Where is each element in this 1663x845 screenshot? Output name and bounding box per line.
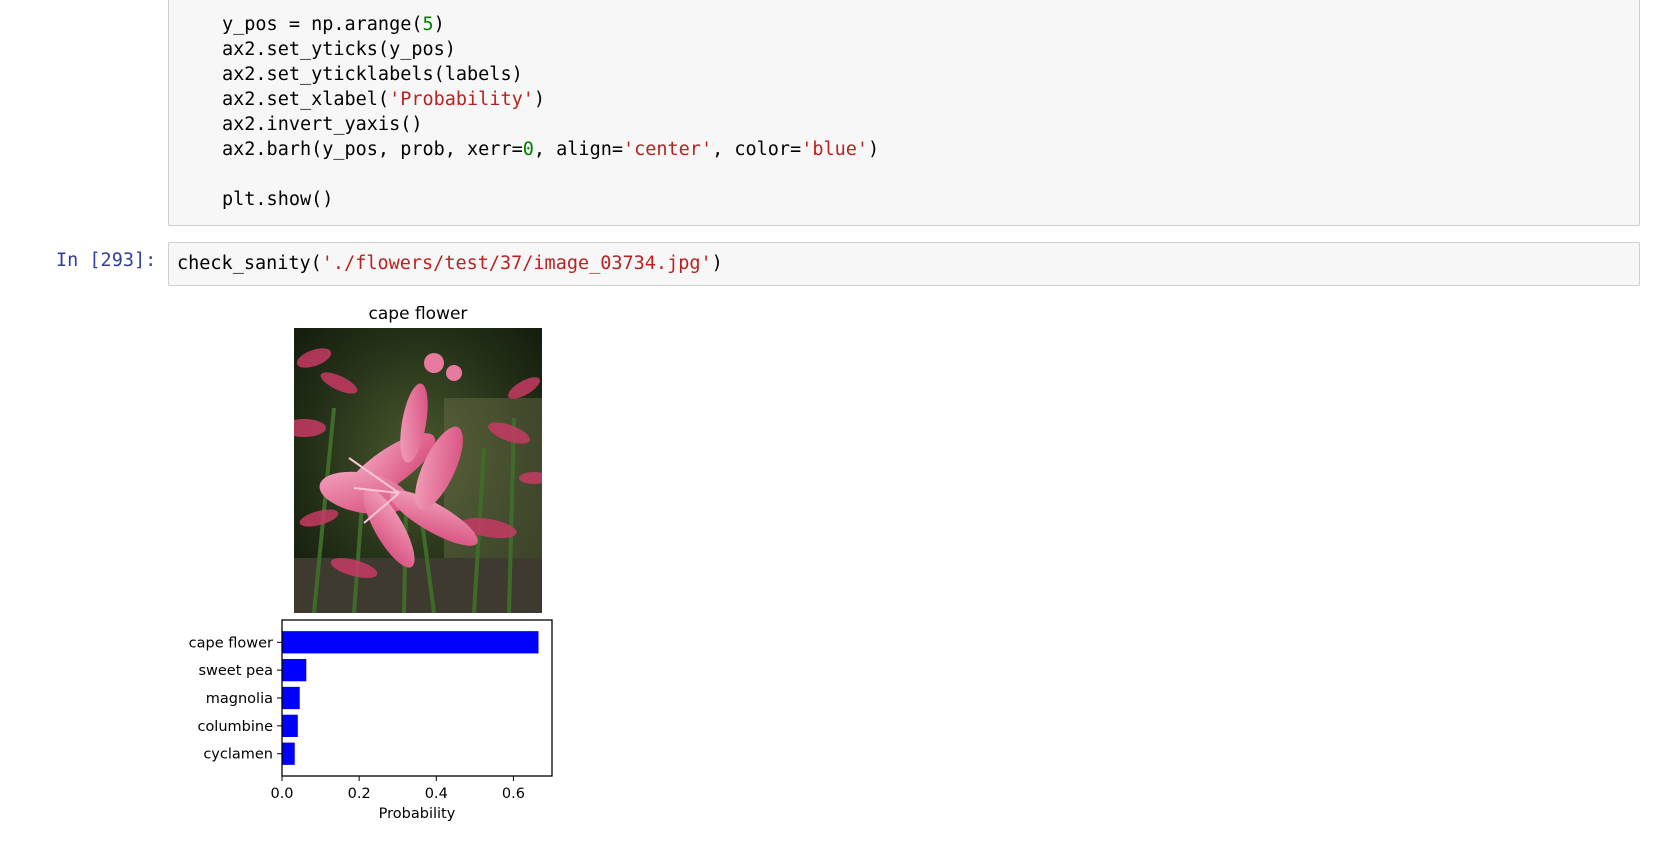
output-figure: cape flower cape flower sweet pea magnol… <box>170 298 570 828</box>
code-token: , align= <box>533 139 623 160</box>
code-line: ax2.barh(y_pos, prob, xerr=0, align='cen… <box>222 139 879 160</box>
code-token: plt.show() <box>222 189 334 210</box>
code-token: ax2.set_xlabel( <box>222 89 390 110</box>
figure-canvas: cape flower cape flowersweet peamagnolia… <box>189 304 553 822</box>
code-token: 0 <box>522 139 534 160</box>
x-tick-label: 0.4 <box>425 786 448 802</box>
current-cell-code[interactable]: check_sanity('./flowers/test/37/image_03… <box>177 251 723 276</box>
input-prompt: In [293]: <box>56 250 157 271</box>
code-line: ax2.set_yticks(y_pos) <box>222 39 456 60</box>
code-token: './flowers/test/37/image_03734.jpg' <box>321 253 712 274</box>
code-token: ax2.barh(y_pos, prob, xerr= <box>222 139 523 160</box>
code-token: check_sanity( <box>177 253 322 274</box>
code-token: ax2.invert_yaxis() <box>222 114 423 135</box>
code-token: ) <box>711 253 723 274</box>
code-line: ax2.set_yticklabels(labels) <box>222 64 523 85</box>
code-token: ) <box>533 89 546 110</box>
previous-code-cell[interactable]: y_pos = np.arange(5) ax2.set_yticks(y_po… <box>168 0 1640 226</box>
code-token: ) <box>868 139 880 160</box>
previous-cell-code[interactable]: y_pos = np.arange(5) ax2.set_yticks(y_po… <box>222 12 879 212</box>
code-token: 'blue' <box>801 139 869 160</box>
bar-columbine <box>282 714 298 737</box>
bar-sweet-pea <box>282 659 307 682</box>
code-token: , color= <box>712 139 802 160</box>
code-line: check_sanity('./flowers/test/37/image_03… <box>177 253 723 274</box>
x-tick-label: 0.2 <box>348 786 371 802</box>
y-tick-label: cape flower <box>189 635 273 651</box>
x-tick-label: 0.0 <box>270 786 293 802</box>
code-line: ax2.invert_yaxis() <box>222 114 422 135</box>
code-token: 'center' <box>622 139 713 160</box>
x-tick-label: 0.6 <box>502 786 525 802</box>
code-token: ax2.set_yticks(y_pos) <box>222 39 456 60</box>
y-tick-label: cyclamen <box>203 747 273 763</box>
code-token: 5 <box>422 14 434 35</box>
y-tick-label: sweet pea <box>198 663 273 679</box>
bar-cape-flower <box>282 631 539 654</box>
flower-image <box>294 328 542 613</box>
code-token: y_pos = np.arange( <box>222 14 423 35</box>
code-line: ax2.set_xlabel('Probability') <box>222 89 545 110</box>
bar-magnolia <box>282 686 300 710</box>
image-title: cape flower <box>369 304 468 324</box>
code-token: 'Probability' <box>389 89 534 110</box>
code-token: ax2.set_yticklabels(labels) <box>222 64 523 85</box>
y-tick-label: magnolia <box>206 691 273 707</box>
current-code-cell[interactable]: check_sanity('./flowers/test/37/image_03… <box>168 242 1640 286</box>
x-axis-label: Probability <box>379 806 456 822</box>
probability-bar-chart: cape flower sweet pea magnolia columbine cyc… <box>189 619 553 822</box>
code-line: y_pos = np.arange(5) <box>222 14 445 35</box>
code-token: ) <box>433 14 445 35</box>
bar-cyclamen <box>282 742 295 765</box>
code-line: plt.show() <box>222 189 333 210</box>
y-tick-label: columbine <box>197 719 273 735</box>
